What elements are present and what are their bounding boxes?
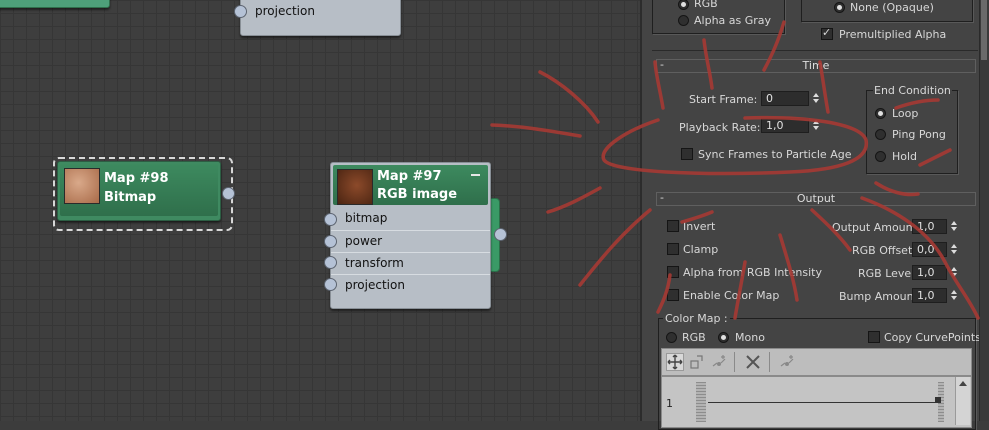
playback-rate-label: Playback Rate: [679, 121, 761, 134]
color-map-mono-label: Mono [735, 331, 765, 344]
insert-point-icon[interactable] [710, 353, 728, 371]
rollout-output[interactable]: - Output [656, 191, 976, 206]
enable-color-map-checkbox[interactable] [667, 289, 679, 301]
rollout-separator [652, 50, 978, 51]
rollout-title: Time [802, 59, 830, 72]
alpha-as-gray-label: Alpha as Gray [694, 14, 772, 27]
none-opaque-label: None (Opaque) [850, 1, 934, 14]
node-title: Map #98 [104, 171, 169, 186]
node-partial-topleft[interactable] [0, 0, 110, 8]
output-amount-label: Output Amount: [832, 221, 921, 234]
input-port-projection[interactable] [234, 5, 247, 18]
collapse-icon[interactable] [471, 174, 480, 176]
rollout-title: Output [796, 192, 836, 205]
toolbar-separator [734, 352, 735, 372]
rgb-offset-spinner[interactable]: 0,0 [912, 242, 947, 257]
node-map97-rgb-image[interactable]: Map #97 RGB image bitmap power transform… [330, 162, 491, 309]
radio-color-map-rgb[interactable] [666, 332, 677, 343]
rgb-level-spinner[interactable]: 1,0 [912, 265, 947, 280]
rgb-alpha-label: RGB [694, 0, 718, 10]
copy-curve-points-label: Copy CurvePoints [884, 331, 981, 344]
node-subtitle: Bitmap [104, 190, 157, 205]
hold-label: Hold [892, 150, 918, 163]
rgb-level-label: RGB Level: [858, 267, 918, 280]
add-point-icon[interactable] [778, 353, 796, 371]
curve-ruler-left [696, 382, 706, 422]
premultiplied-alpha-label: Premultiplied Alpha [839, 28, 947, 41]
slot-bitmap: bitmap [345, 211, 388, 225]
color-map-rgb-label: RGB [682, 331, 706, 344]
node-partial-top[interactable]: projection [234, 0, 401, 36]
rgb-offset-label: RGB Offset: [852, 244, 916, 257]
panel-scrollbar[interactable] [979, 0, 989, 421]
radio-hold[interactable] [875, 151, 886, 162]
parameter-panel: RGB Alpha as Gray None (Opaque) ✓ Premul… [640, 0, 989, 430]
curve-toolbar [661, 348, 972, 376]
input-port-projection[interactable] [324, 278, 337, 291]
output-port-map97[interactable] [494, 228, 507, 241]
curve-endpoint[interactable] [935, 397, 941, 403]
scroll-up-icon[interactable] [959, 381, 967, 386]
end-condition-label: End Condition [873, 84, 952, 97]
scale-point-icon[interactable] [688, 353, 706, 371]
radio-alpha-as-gray[interactable] [678, 15, 689, 26]
radio-none-opaque[interactable] [834, 2, 845, 13]
curve-axis-value: 1 [666, 397, 673, 410]
alpha-from-rgb-checkbox[interactable] [667, 266, 679, 278]
output-amount-spinner[interactable]: 1,0 [912, 219, 947, 234]
spinner-arrows-icon[interactable] [811, 91, 821, 106]
delete-point-icon[interactable] [744, 353, 762, 371]
node-header: Map #98 Bitmap [60, 164, 218, 216]
node-editor-canvas[interactable]: projection Map #98 Bitmap Map #97 RGB im… [0, 0, 640, 421]
radio-ping-pong[interactable] [875, 129, 886, 140]
node-map98-bitmap[interactable]: Map #98 Bitmap [57, 161, 221, 221]
spinner-arrows-icon[interactable] [811, 118, 821, 133]
bitmap-thumbnail [64, 168, 100, 204]
move-tool-icon[interactable] [666, 353, 684, 371]
bump-amount-label: Bump Amount: [839, 290, 922, 303]
start-frame-spinner[interactable]: 0 [761, 91, 809, 106]
loop-label: Loop [892, 107, 919, 120]
spinner-arrows-icon[interactable] [949, 242, 959, 257]
rollout-time[interactable]: - Time [656, 58, 976, 73]
check-icon: ✓ [822, 26, 832, 39]
radio-loop[interactable] [875, 108, 886, 119]
node-header: Map #97 RGB image [333, 165, 488, 205]
clamp-checkbox[interactable] [667, 243, 679, 255]
spinner-arrows-icon[interactable] [949, 219, 959, 234]
slot-projection: projection [331, 274, 490, 296]
node-title: Map #97 [377, 169, 442, 184]
premultiplied-alpha-checkbox[interactable]: ✓ [821, 26, 833, 40]
playback-rate-spinner[interactable]: 1,0 [761, 118, 809, 133]
slot-transform: transform [331, 252, 490, 274]
panel-scrollbar-thumb[interactable] [981, 0, 987, 60]
node-subtitle: RGB image [377, 187, 458, 202]
clamp-label: Clamp [683, 243, 719, 256]
toolbar-separator [769, 352, 770, 372]
slot-power: power [331, 230, 490, 252]
slot-projection: projection [255, 4, 315, 18]
output-port-map98[interactable] [222, 187, 235, 200]
input-port-power[interactable] [324, 235, 337, 248]
invert-label: Invert [683, 220, 716, 233]
ping-pong-label: Ping Pong [892, 128, 946, 141]
input-port-bitmap[interactable] [324, 213, 337, 226]
color-map-label: Color Map : [663, 312, 730, 325]
spinner-arrows-icon[interactable] [949, 265, 959, 280]
start-frame-label: Start Frame: [689, 93, 758, 106]
spinner-arrows-icon[interactable] [949, 288, 959, 303]
input-port-transform[interactable] [324, 256, 337, 269]
sync-frames-checkbox[interactable] [681, 148, 693, 160]
bitmap-thumbnail [337, 169, 373, 205]
invert-checkbox[interactable] [667, 220, 679, 232]
curve-line [708, 402, 938, 403]
radio-color-map-mono[interactable] [718, 332, 729, 343]
curve-scrollbar[interactable] [955, 377, 970, 425]
bump-amount-spinner[interactable]: 1,0 [912, 288, 947, 303]
copy-curve-points-checkbox[interactable] [868, 331, 880, 343]
alpha-from-rgb-label: Alpha from RGB Intensity [683, 266, 822, 279]
enable-color-map-label: Enable Color Map [683, 289, 780, 302]
sync-frames-label: Sync Frames to Particle Age [698, 148, 852, 161]
